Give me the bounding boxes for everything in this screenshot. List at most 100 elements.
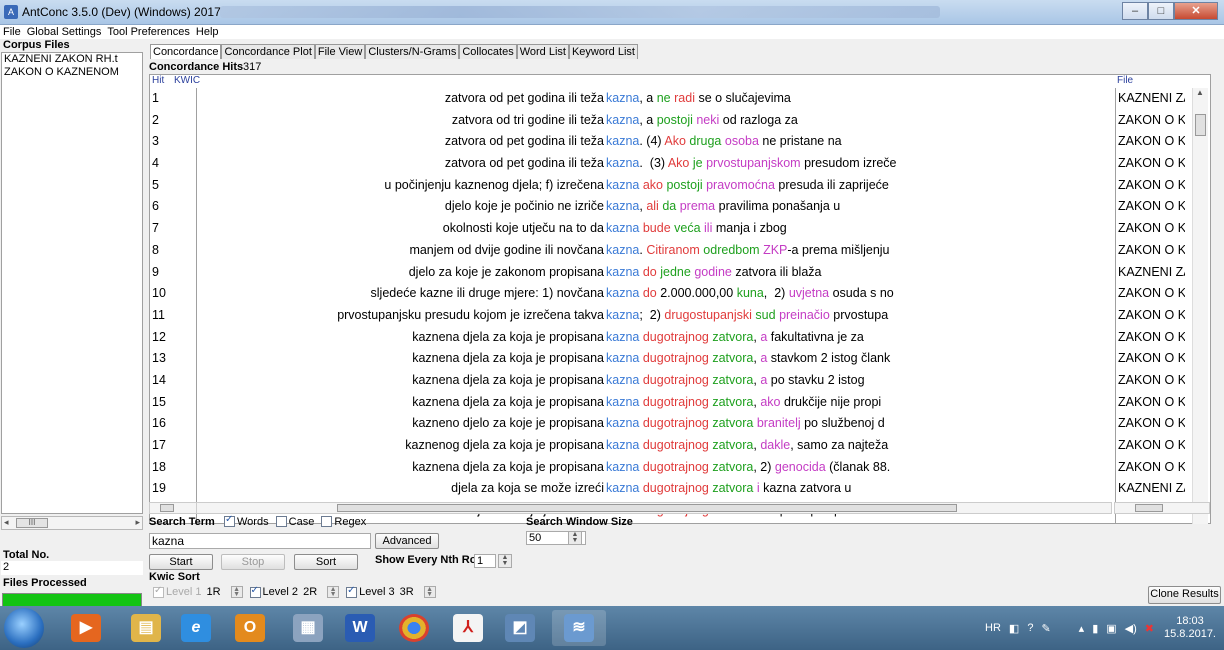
column-file[interactable]: File bbox=[1117, 75, 1133, 86]
table-row[interactable]: kaznena djela za koja je propisana kazna … bbox=[197, 370, 1115, 392]
menu-help[interactable]: Help bbox=[193, 25, 222, 39]
table-row[interactable]: okolnosti koje utječu na to da kazna bude… bbox=[197, 218, 1115, 240]
hit-horizontal-scrollbar[interactable] bbox=[149, 502, 197, 514]
tab-file-view[interactable]: File View bbox=[314, 44, 366, 59]
words-checkbox[interactable] bbox=[224, 514, 235, 527]
scroll-up-icon[interactable]: ▲ bbox=[1196, 88, 1204, 97]
file-explorer-taskbar-icon[interactable]: ▤ bbox=[122, 610, 170, 646]
menu-file[interactable]: File bbox=[0, 25, 24, 39]
security-alert-icon[interactable]: ✖ bbox=[1145, 622, 1154, 635]
table-row[interactable]: prvostupanjsku presudu kojom je izrečena… bbox=[197, 305, 1115, 327]
word-taskbar-icon[interactable]: W bbox=[336, 610, 384, 646]
corpus-file-list[interactable]: KAZNENI ZAKON RH.t ZAKON O KAZNENOM bbox=[1, 52, 143, 514]
tab-clusters-ngrams[interactable]: Clusters/N-Grams bbox=[365, 44, 460, 59]
kwic-horizontal-scrollbar[interactable] bbox=[196, 502, 1112, 514]
tab-keyword-list[interactable]: Keyword List bbox=[568, 44, 638, 59]
regex-checkbox[interactable] bbox=[321, 516, 333, 527]
level3-spinner[interactable]: ▲ ▼ bbox=[423, 586, 436, 598]
start-button[interactable]: Start bbox=[149, 554, 213, 570]
level1-value[interactable]: 1R bbox=[205, 586, 231, 598]
pen-icon[interactable]: ✎ bbox=[1041, 622, 1050, 635]
device-icon[interactable]: ▣ bbox=[1106, 622, 1116, 635]
tab-word-list[interactable]: Word List bbox=[516, 44, 569, 59]
level1-checkbox[interactable] bbox=[153, 585, 164, 598]
case-checkbox[interactable] bbox=[275, 516, 287, 527]
table-row[interactable]: kazneno djelo za koje je propisana kazna … bbox=[197, 413, 1115, 435]
file-name-cell: ZAKON O KA bbox=[1118, 134, 1185, 149]
context-word: veća bbox=[674, 221, 701, 236]
pdf-reader-taskbar-icon[interactable]: ⅄ bbox=[444, 610, 492, 646]
language-indicator[interactable]: HR bbox=[985, 622, 1001, 634]
table-row[interactable]: zatvora od pet godina ili teža kazna. (3)… bbox=[197, 153, 1115, 175]
column-kwic[interactable]: KWIC bbox=[174, 75, 200, 86]
chrome-taskbar-icon[interactable] bbox=[390, 610, 438, 646]
concordance-table[interactable]: Hit KWIC File 1 2 3 4 5 6 7 8 9 10 11 12 13 14 15 16 17 1… bbox=[149, 74, 1211, 524]
calculator-taskbar-icon[interactable]: ▦ bbox=[284, 610, 332, 646]
column-hit[interactable]: Hit bbox=[152, 75, 164, 86]
corpus-file-item[interactable]: ZAKON O KAZNENOM bbox=[2, 66, 142, 79]
help-icon[interactable]: ? bbox=[1027, 622, 1033, 634]
level2-value[interactable]: 2R bbox=[301, 586, 327, 598]
vertical-scroll-thumb[interactable] bbox=[1195, 114, 1206, 136]
input-method-icon[interactable]: ◧ bbox=[1009, 622, 1019, 635]
clone-results-button[interactable]: Clone Results bbox=[1148, 586, 1221, 604]
table-row[interactable]: u počinjenju kaznenog djela; f) izrečena… bbox=[197, 175, 1115, 197]
level3-value[interactable]: 3R bbox=[398, 586, 424, 598]
window-size-spinner[interactable]: ▲ ▼ bbox=[568, 531, 582, 545]
nth-row-spinner[interactable]: ▲ ▼ bbox=[498, 554, 512, 568]
level3-checkbox[interactable] bbox=[346, 585, 358, 598]
corpus-horizontal-scrollbar[interactable]: ◂ III ▸ bbox=[1, 516, 143, 530]
clock[interactable]: 18:03 15.8.2017. bbox=[1164, 615, 1216, 641]
minimize-button[interactable]: – bbox=[1122, 2, 1148, 20]
corpus-file-item[interactable]: KAZNENI ZAKON RH.t bbox=[2, 53, 142, 66]
table-row[interactable]: djelo za koje je zakonom propisana kazna … bbox=[197, 262, 1115, 284]
table-row[interactable]: sljedeće kazne ili druge mjere: 1) novča… bbox=[197, 283, 1115, 305]
table-row[interactable]: zatvora od pet godina ili teža kazna. (4)… bbox=[197, 131, 1115, 153]
show-hidden-icons-icon[interactable]: ▴ bbox=[1079, 622, 1085, 635]
network-signal-icon[interactable]: ▮ bbox=[1092, 622, 1098, 635]
kwic-scroll-thumb[interactable] bbox=[337, 504, 957, 512]
sort-button[interactable]: Sort bbox=[294, 554, 358, 570]
table-row[interactable]: djelo koje je počinio ne izriče kazna, al… bbox=[197, 196, 1115, 218]
internet-explorer-taskbar-icon[interactable]: e bbox=[172, 610, 220, 646]
level2-checkbox[interactable] bbox=[249, 585, 261, 598]
scroll-right-icon[interactable]: ▸ bbox=[135, 517, 140, 528]
table-row[interactable]: kaznena djela za koja je propisana kazna … bbox=[197, 327, 1115, 349]
media-player-taskbar-icon[interactable]: ▶ bbox=[62, 610, 110, 646]
keyword: kazna bbox=[606, 286, 640, 301]
scroll-thumb[interactable]: III bbox=[16, 518, 48, 528]
start-button-orb[interactable] bbox=[4, 608, 44, 648]
table-row[interactable]: zatvora od tri godine ili teža kazna, a p… bbox=[197, 110, 1115, 132]
search-input[interactable]: kazna bbox=[149, 533, 371, 549]
antconc-taskbar-icon[interactable]: ≋ bbox=[552, 610, 606, 646]
volume-icon[interactable]: ◀) bbox=[1125, 622, 1137, 635]
scroll-left-icon[interactable]: ◂ bbox=[4, 517, 9, 528]
table-row[interactable]: manjem od dvije godine ili novčana kazna.… bbox=[197, 240, 1115, 262]
level2-spinner[interactable]: ▲ ▼ bbox=[327, 586, 340, 598]
maximize-button[interactable]: □ bbox=[1148, 2, 1174, 20]
tab-concordance-plot[interactable]: Concordance Plot bbox=[221, 44, 315, 59]
table-row[interactable]: kaznena djela za koja je propisana kazna … bbox=[197, 457, 1115, 479]
kwic-column[interactable]: zatvora od pet godina ili teža kazna, a n… bbox=[197, 88, 1115, 524]
close-button[interactable]: ✕ bbox=[1174, 2, 1218, 20]
table-vertical-scrollbar[interactable]: ▲ bbox=[1192, 88, 1208, 524]
table-row[interactable]: kaznena djela za koja je propisana kazna … bbox=[197, 348, 1115, 370]
file-scroll-thumb[interactable] bbox=[1135, 504, 1163, 512]
file-horizontal-scrollbar[interactable] bbox=[1114, 502, 1210, 514]
stop-button[interactable]: Stop bbox=[221, 554, 285, 570]
level1-spinner[interactable]: ▲ ▼ bbox=[230, 586, 243, 598]
outlook-taskbar-icon[interactable]: O bbox=[226, 610, 274, 646]
app-taskbar-icon[interactable]: ◩ bbox=[496, 610, 544, 646]
advanced-button[interactable]: Advanced bbox=[375, 533, 439, 549]
table-row[interactable]: djela za koja se može izreći kazna dugotr… bbox=[197, 478, 1115, 500]
hit-scroll-thumb[interactable] bbox=[160, 504, 174, 512]
table-row[interactable]: kaznena djela za koja je propisana kazna … bbox=[197, 392, 1115, 414]
table-row[interactable]: kaznenog djela za koja je propisana kazna… bbox=[197, 435, 1115, 457]
menu-global-settings[interactable]: Global Settings bbox=[24, 25, 105, 39]
hit-column: 1234567891011121314151617181920 bbox=[150, 88, 197, 524]
table-row[interactable]: zatvora od pet godina ili teža kazna, a n… bbox=[197, 88, 1115, 110]
tab-collocates[interactable]: Collocates bbox=[459, 44, 517, 59]
menu-tool-preferences[interactable]: Tool Preferences bbox=[104, 25, 193, 39]
nth-row-input[interactable]: 1 bbox=[474, 554, 496, 568]
tab-concordance[interactable]: Concordance bbox=[150, 44, 222, 59]
